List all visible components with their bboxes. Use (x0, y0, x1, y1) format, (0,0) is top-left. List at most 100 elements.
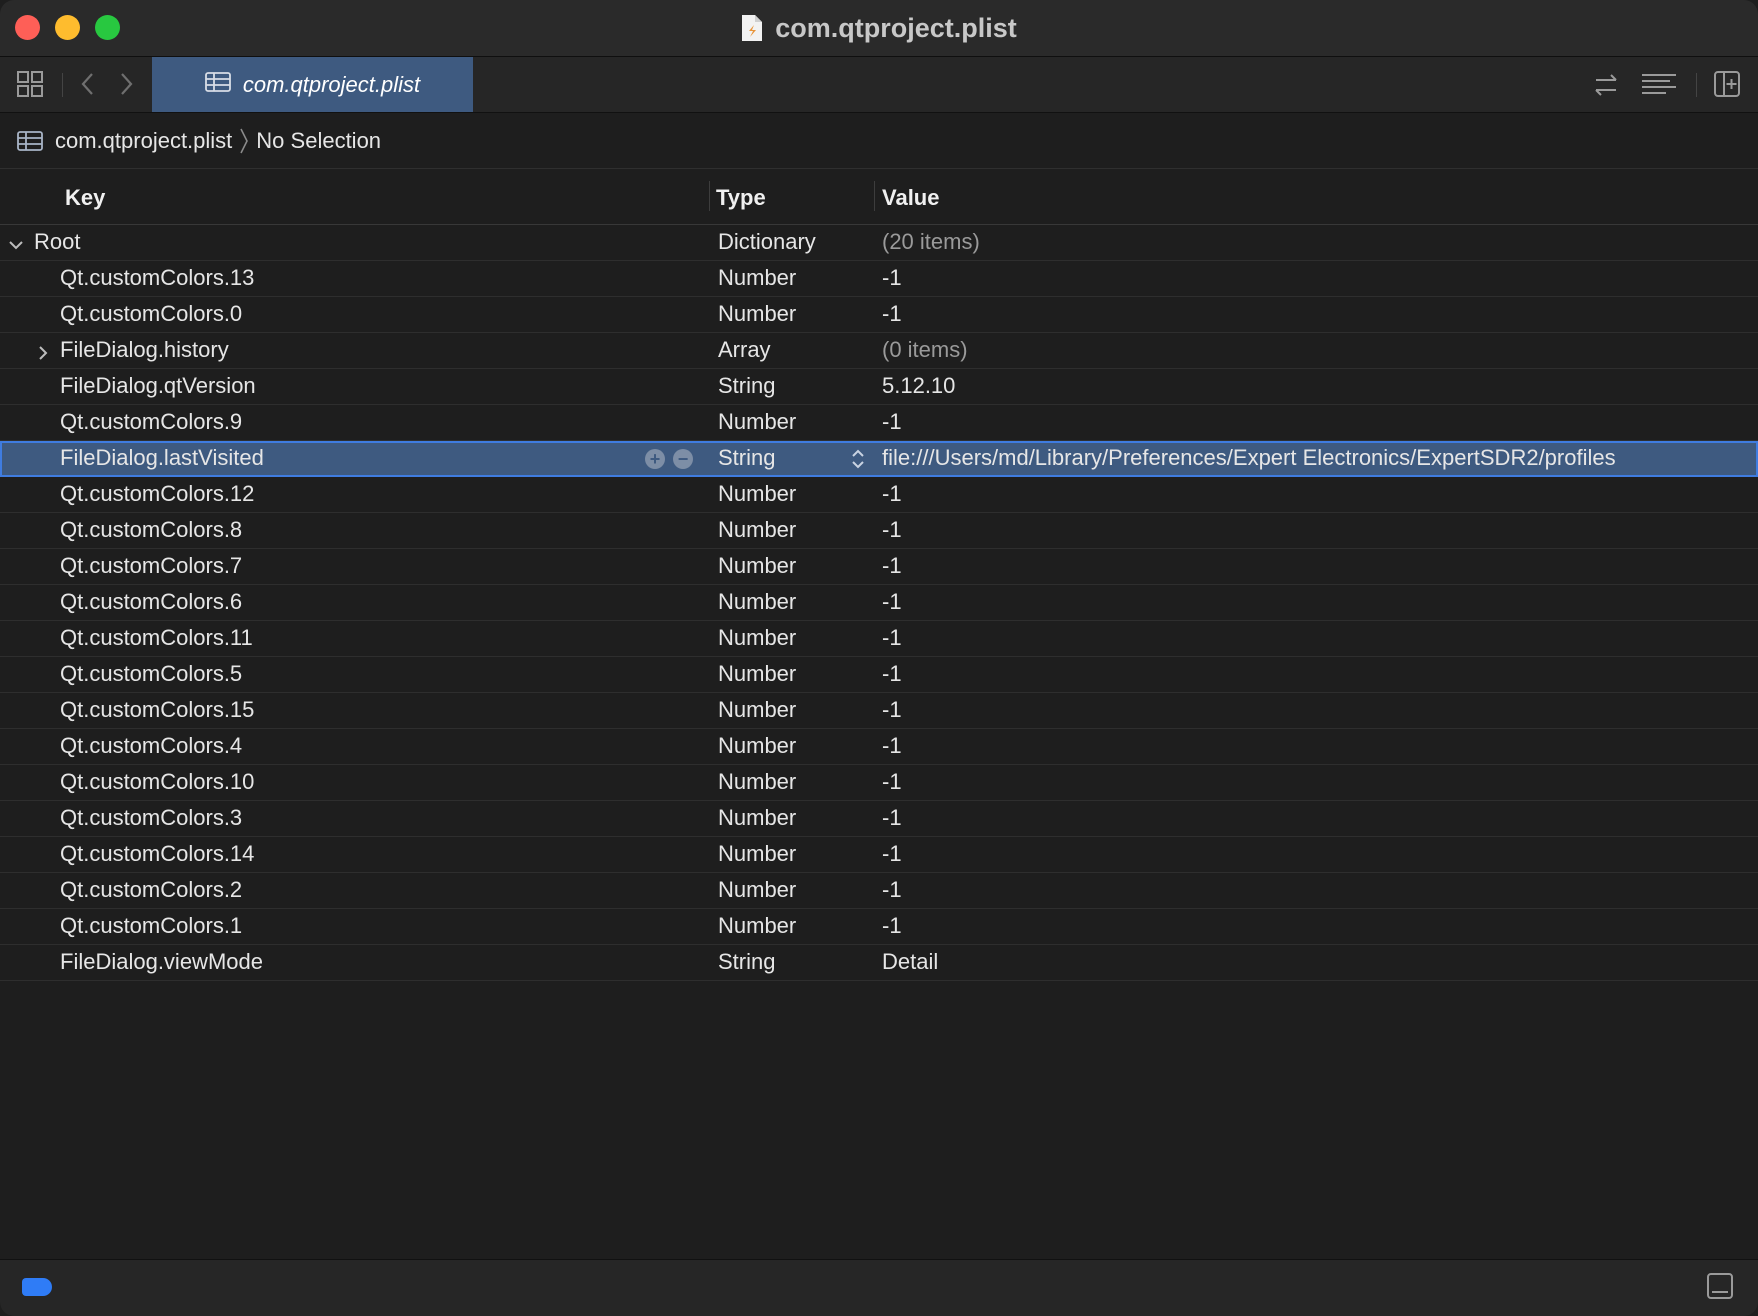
table-row[interactable]: Qt.customColors.7 Number -1 (0, 549, 1758, 585)
toolbar-divider (1696, 73, 1697, 97)
row-type: Number (718, 517, 797, 542)
plist-editor-window: com.qtproject.plist com.qtproject.plist (0, 0, 1758, 1316)
tab-com-qtproject-plist[interactable]: com.qtproject.plist (152, 57, 473, 112)
column-divider[interactable] (874, 181, 875, 211)
row-value: -1 (882, 661, 902, 686)
row-value: -1 (882, 733, 902, 758)
row-value: (0 items) (882, 337, 968, 362)
row-value: -1 (882, 841, 902, 866)
row-key: Qt.customColors.13 (60, 265, 255, 290)
table-row[interactable]: FileDialog.history Array (0 items) (0, 333, 1758, 369)
row-type: Number (718, 733, 797, 758)
row-key: FileDialog.qtVersion (60, 373, 256, 398)
table-row[interactable]: Qt.customColors.6 Number -1 (0, 585, 1758, 621)
row-type: Dictionary (718, 229, 816, 254)
table-row[interactable]: Qt.customColors.14 Number -1 (0, 837, 1758, 873)
table-row[interactable]: Qt.customColors.8 Number -1 (0, 513, 1758, 549)
table-row[interactable]: FileDialog.viewMode String Detail (0, 945, 1758, 981)
column-divider[interactable] (709, 181, 710, 211)
row-type[interactable]: String (718, 445, 775, 471)
row-value: -1 (882, 553, 902, 578)
grid-icon[interactable] (16, 70, 44, 98)
row-type: Number (718, 301, 797, 326)
column-value-header[interactable]: Value (882, 185, 939, 211)
row-value: 5.12.10 (882, 373, 956, 398)
disclosure-collapsed-icon[interactable] (34, 342, 52, 360)
title-group: com.qtproject.plist (0, 0, 1758, 56)
table-row[interactable]: Qt.customColors.5 Number -1 (0, 657, 1758, 693)
row-type: Number (718, 769, 797, 794)
row-key: Qt.customColors.0 (60, 301, 243, 326)
row-key: Root (34, 229, 81, 254)
row-value: -1 (882, 805, 902, 830)
row-type: Number (718, 553, 797, 578)
add-panel-icon[interactable] (1713, 70, 1741, 98)
table-icon (17, 130, 43, 151)
row-value: -1 (882, 589, 902, 614)
row-value: -1 (882, 265, 902, 290)
remove-icon[interactable]: − (673, 449, 693, 469)
lines-icon[interactable] (1640, 71, 1678, 99)
table-row[interactable]: Qt.customColors.2 Number -1 (0, 873, 1758, 909)
table-row[interactable]: FileDialog.qtVersion String 5.12.10 (0, 369, 1758, 405)
swap-arrows-icon[interactable] (1592, 71, 1620, 99)
table-icon (204, 72, 231, 97)
table-row[interactable]: Qt.customColors.3 Number -1 (0, 801, 1758, 837)
row-value: -1 (882, 625, 902, 650)
table-row[interactable]: Qt.customColors.10 Number -1 (0, 765, 1758, 801)
table-row[interactable]: Qt.customColors.1 Number -1 (0, 909, 1758, 945)
window-title: com.qtproject.plist (775, 12, 1017, 43)
row-type: Number (718, 481, 797, 506)
row-value: -1 (882, 913, 902, 938)
row-type: Number (718, 841, 797, 866)
table-header: Key Type Value (0, 169, 1758, 225)
row-value: -1 (882, 481, 902, 506)
stepper-icon[interactable] (850, 447, 866, 471)
table-row[interactable]: Qt.customColors.9 Number -1 (0, 405, 1758, 441)
row-value: -1 (882, 769, 902, 794)
toolbar-divider (62, 73, 63, 97)
row-key: Qt.customColors.4 (60, 733, 243, 758)
table-row-root[interactable]: Root Dictionary (20 items) (0, 225, 1758, 261)
file-icon (741, 14, 763, 42)
row-key: Qt.customColors.15 (60, 697, 255, 722)
row-type: Number (718, 913, 797, 938)
tab-label: com.qtproject.plist (242, 71, 421, 97)
plist-table: Key Type Value Root Dictionary (20 items… (0, 169, 1758, 981)
forward-chevron-icon[interactable] (116, 71, 136, 97)
row-type: Number (718, 661, 797, 686)
table-row[interactable]: Qt.customColors.15 Number -1 (0, 693, 1758, 729)
table-row[interactable]: Qt.customColors.12 Number -1 (0, 477, 1758, 513)
back-chevron-icon[interactable] (78, 71, 98, 97)
table-row[interactable]: Qt.customColors.11 Number -1 (0, 621, 1758, 657)
row-key: Qt.customColors.10 (60, 769, 255, 794)
table-row[interactable]: Qt.customColors.4 Number -1 (0, 729, 1758, 765)
row-key[interactable]: FileDialog.lastVisited (60, 445, 264, 471)
breadcrumb-file[interactable]: com.qtproject.plist (55, 128, 232, 154)
row-value: -1 (882, 697, 902, 722)
row-key: Qt.customColors.9 (60, 409, 243, 434)
add-icon[interactable]: + (645, 449, 665, 469)
column-type-header[interactable]: Type (716, 185, 766, 211)
tag-icon[interactable] (22, 1278, 52, 1296)
row-type: Number (718, 265, 797, 290)
disclosure-expanded-icon[interactable] (7, 234, 25, 252)
row-value: (20 items) (882, 229, 980, 254)
row-key: Qt.customColors.12 (60, 481, 255, 506)
row-key: FileDialog.viewMode (60, 949, 263, 974)
column-key-header[interactable]: Key (65, 185, 105, 211)
breadcrumb-selection[interactable]: No Selection (256, 128, 381, 154)
table-row[interactable]: Qt.customColors.13 Number -1 (0, 261, 1758, 297)
row-type: Number (718, 625, 797, 650)
table-row-selected[interactable]: FileDialog.lastVisited + − String file:/… (0, 441, 1758, 477)
title-bar: com.qtproject.plist (0, 0, 1758, 57)
row-key: Qt.customColors.5 (60, 661, 243, 686)
table-row[interactable]: Qt.customColors.0 Number -1 (0, 297, 1758, 333)
row-type: Number (718, 805, 797, 830)
row-value[interactable]: file:///Users/md/Library/Preferences/Exp… (882, 445, 1616, 471)
row-type: String (718, 949, 776, 974)
row-type: Number (718, 409, 797, 434)
panel-toggle-icon[interactable] (1706, 1272, 1734, 1300)
row-type: Number (718, 589, 797, 614)
row-key: Qt.customColors.14 (60, 841, 255, 866)
